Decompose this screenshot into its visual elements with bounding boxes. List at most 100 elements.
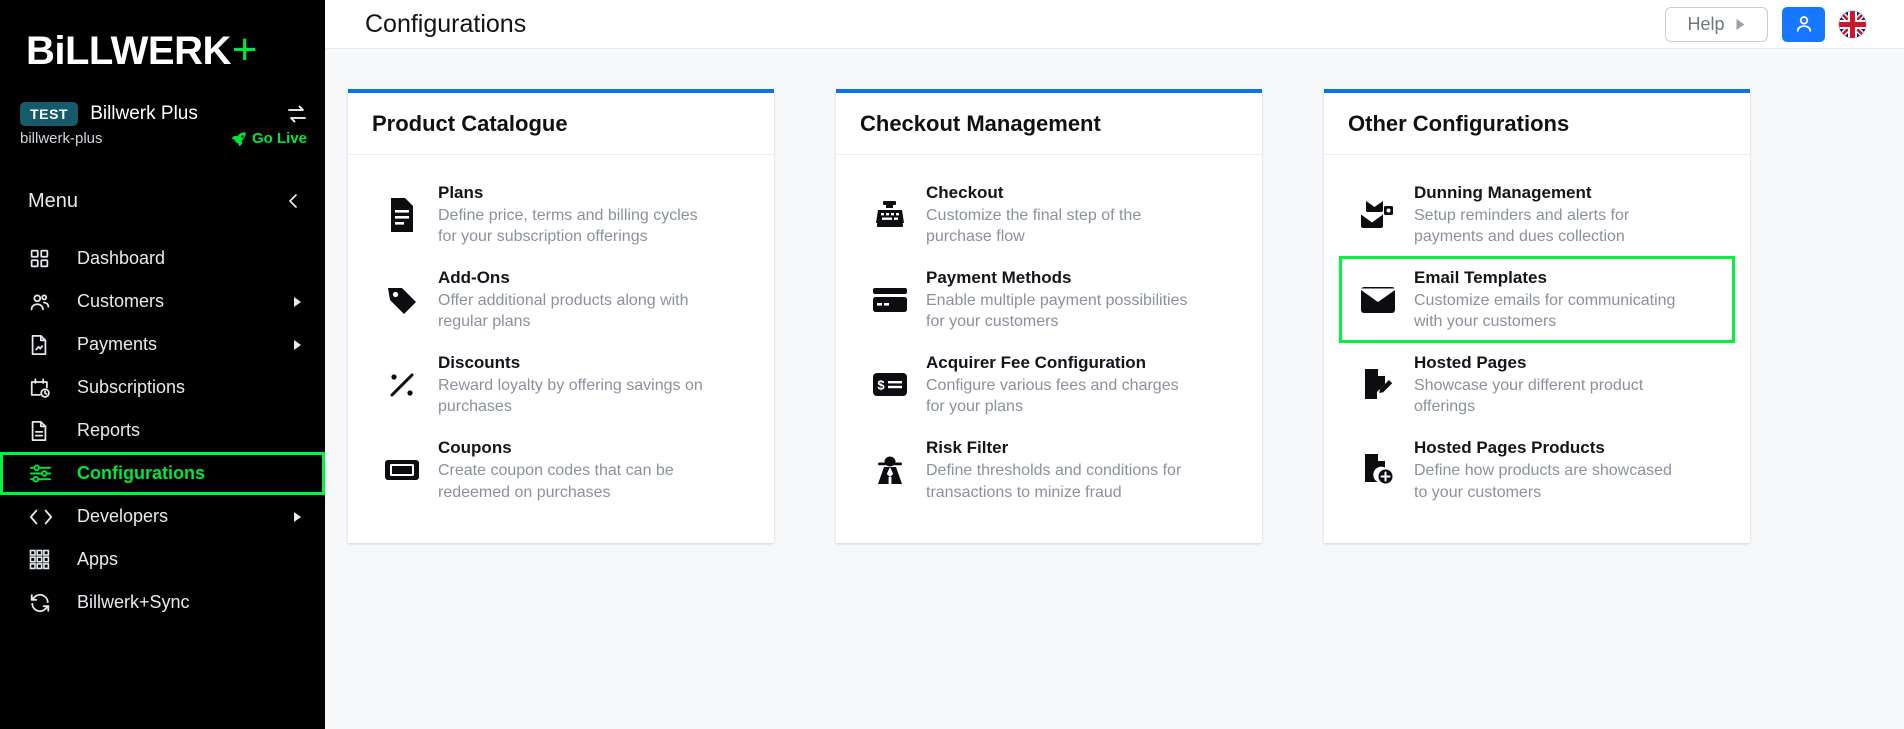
sidebar-item-label: Apps <box>77 549 119 569</box>
config-item-text: Coupons Create coupon codes that can be … <box>438 437 706 502</box>
go-live-button[interactable]: Go Live <box>231 130 307 147</box>
triangle-right-icon[interactable] <box>293 339 303 351</box>
sidebar-item-customers[interactable]: Customers <box>0 280 325 323</box>
app-root: BiLLWERK + TEST Billwerk Plus billwerk-pl… <box>0 0 1904 729</box>
sidebar-item-billwerk-sync[interactable]: Billwerk+Sync <box>0 581 325 624</box>
card-items: Dunning Management Setup reminders and a… <box>1324 155 1750 513</box>
chevron-left-icon[interactable] <box>285 191 301 211</box>
cards-row: Product Catalogue Plans Define price, te… <box>325 89 1904 543</box>
dollar-card-icon: $ <box>862 373 918 397</box>
user-account-button[interactable] <box>1782 6 1825 42</box>
config-item-desc: Enable multiple payment possibilities fo… <box>926 292 1188 331</box>
menu-header: Menu <box>0 187 325 215</box>
sidebar-item-developers[interactable]: Developers <box>0 495 325 538</box>
config-item-hosted-pages-products[interactable]: Hosted Pages Products Define how product… <box>1340 427 1734 512</box>
switch-account-icon[interactable] <box>287 105 307 123</box>
uk-flag-icon[interactable] <box>1839 10 1866 38</box>
dunning-mail-stack-icon <box>1350 199 1406 230</box>
sidebar-item-label: Payments <box>77 334 158 354</box>
config-item-desc: Showcase your different product offering… <box>1414 377 1644 416</box>
card-checkout-management: Checkout Management Checkout Customize t… <box>836 89 1262 543</box>
config-item-title: Email Templates <box>1414 268 1547 288</box>
config-item-desc: Customize emails for communicating with … <box>1414 292 1676 331</box>
document-edit-icon <box>1350 368 1406 401</box>
config-item-checkout[interactable]: Checkout Customize the final step of the… <box>852 172 1246 257</box>
account-name: Billwerk Plus <box>90 103 198 124</box>
config-item-add-ons[interactable]: Add-Ons Offer additional products along … <box>364 257 758 342</box>
plans-document-icon <box>374 197 430 232</box>
main-area: Configurations Help Product Catalogue Pl… <box>325 0 1904 729</box>
config-item-text: Discounts Reward loyalty by offering sav… <box>438 352 706 417</box>
triangle-right-icon[interactable] <box>293 296 303 308</box>
sidebar-item-label: Dashboard <box>77 248 166 268</box>
config-item-hosted-pages[interactable]: Hosted Pages Showcase your different pro… <box>1340 342 1734 427</box>
sidebar-nav: Dashboard Customers Payments Subscriptio… <box>0 237 325 624</box>
sidebar-item-payments[interactable]: Payments <box>0 323 325 366</box>
report-document-icon <box>29 420 57 442</box>
envelope-icon <box>1350 286 1406 313</box>
config-item-risk-filter[interactable]: Risk Filter Define thresholds and condit… <box>852 427 1246 512</box>
config-item-text: Dunning Management Setup reminders and a… <box>1414 182 1682 247</box>
config-item-desc: Setup reminders and alerts for payments … <box>1414 206 1630 246</box>
page-title: Configurations <box>365 9 527 38</box>
config-item-title: Discounts <box>438 353 521 373</box>
environment-badge: TEST <box>20 102 79 126</box>
svg-text:$: $ <box>877 378 885 393</box>
config-item-text: Acquirer Fee Configuration Configure var… <box>926 352 1194 417</box>
config-item-dunning-management[interactable]: Dunning Management Setup reminders and a… <box>1340 172 1734 257</box>
topbar: Configurations Help <box>325 0 1904 49</box>
sidebar-item-dashboard[interactable]: Dashboard <box>0 237 325 280</box>
help-label: Help <box>1687 13 1725 34</box>
triangle-right-icon[interactable] <box>293 511 303 523</box>
card-title: Other Configurations <box>1324 93 1750 155</box>
users-icon <box>29 291 57 313</box>
user-avatar-icon <box>1793 13 1815 35</box>
config-item-plans[interactable]: Plans Define price, terms and billing cy… <box>364 172 758 257</box>
card-title: Checkout Management <box>836 93 1262 155</box>
config-item-desc: Define thresholds and conditions for tra… <box>926 462 1182 501</box>
sidebar-item-label: Subscriptions <box>77 377 186 397</box>
sidebar-item-apps[interactable]: Apps <box>0 538 325 581</box>
config-item-text: Payment Methods Enable multiple payment … <box>926 267 1194 332</box>
sliders-icon <box>29 463 57 484</box>
help-button[interactable]: Help <box>1665 6 1768 42</box>
config-item-text: Risk Filter Define thresholds and condit… <box>926 437 1194 502</box>
config-item-coupons[interactable]: Coupons Create coupon codes that can be … <box>364 427 758 512</box>
config-item-text: Hosted Pages Showcase your different pro… <box>1414 352 1682 417</box>
config-item-acquirer-fee-configuration[interactable]: $ Acquirer Fee Configuration Configure v… <box>852 342 1246 427</box>
ticket-icon <box>374 458 430 482</box>
code-brackets-icon <box>29 507 57 527</box>
sidebar-item-label: Developers <box>77 506 169 526</box>
brand-plus: + <box>231 25 258 74</box>
config-item-title: Hosted Pages Products <box>1414 438 1605 458</box>
sidebar-item-label: Reports <box>77 420 141 440</box>
cash-register-icon <box>862 199 918 231</box>
rocket-icon <box>231 131 247 147</box>
brand-name: BiLLWERK <box>26 29 231 73</box>
config-item-text: Email Templates Customize emails for com… <box>1414 267 1682 332</box>
config-item-text: Add-Ons Offer additional products along … <box>438 267 706 332</box>
config-item-title: Add-Ons <box>438 268 510 288</box>
sidebar-item-configurations[interactable]: Configurations <box>0 452 325 495</box>
config-item-payment-methods[interactable]: Payment Methods Enable multiple payment … <box>852 257 1246 342</box>
calendar-clock-icon <box>29 377 57 399</box>
content-area: Product Catalogue Plans Define price, te… <box>325 49 1904 729</box>
sidebar-item-label: Configurations <box>77 463 205 483</box>
sidebar-item-label: Customers <box>77 291 165 311</box>
account-switcher[interactable]: TEST Billwerk Plus billwerk-plus Go Live <box>0 102 325 147</box>
brand-logo[interactable]: BiLLWERK + <box>0 0 325 72</box>
config-item-desc: Customize the final step of the purchase… <box>926 206 1142 246</box>
sidebar: BiLLWERK + TEST Billwerk Plus billwerk-pl… <box>0 0 325 729</box>
config-item-discounts[interactable]: Discounts Reward loyalty by offering sav… <box>364 342 758 427</box>
config-item-desc: Define how products are showcased to you… <box>1414 462 1672 501</box>
sidebar-item-subscriptions[interactable]: Subscriptions <box>0 366 325 409</box>
config-item-desc: Reward loyalty by offering savings on pu… <box>438 377 703 416</box>
config-item-email-templates[interactable]: Email Templates Customize emails for com… <box>1339 256 1735 344</box>
card-items: Checkout Customize the final step of the… <box>836 155 1262 513</box>
config-item-title: Hosted Pages <box>1414 353 1527 373</box>
go-live-label: Go Live <box>251 130 307 147</box>
sidebar-item-label: Billwerk+Sync <box>77 592 190 612</box>
config-item-title: Plans <box>438 183 484 202</box>
sidebar-item-reports[interactable]: Reports <box>0 409 325 452</box>
triangle-right-icon <box>1735 18 1746 31</box>
